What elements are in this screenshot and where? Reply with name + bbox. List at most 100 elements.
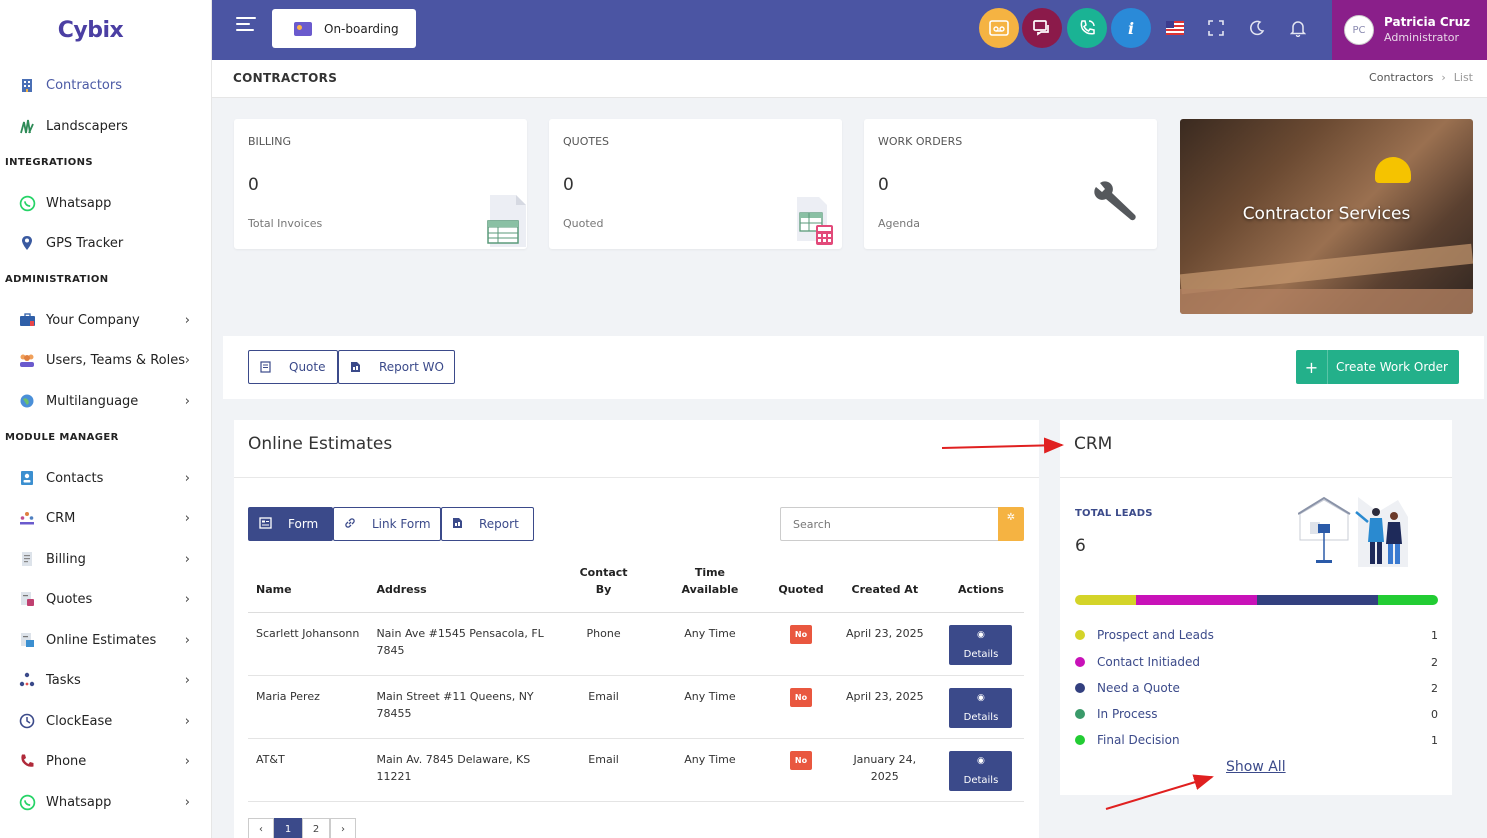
user-menu[interactable]: PC Patricia Cruz Administrator <box>1332 0 1487 60</box>
sidebar-item-multilanguage[interactable]: Multilanguage › <box>0 383 212 419</box>
legend-item-prospect[interactable]: Prospect and Leads 1 <box>1075 626 1438 644</box>
details-button[interactable]: ◉ Details <box>949 624 1013 665</box>
sidebar-item-contacts[interactable]: Contacts › <box>0 460 212 496</box>
sidebar-item-quotes[interactable]: Quotes › <box>0 581 212 617</box>
sidebar-item-landscapers[interactable]: Landscapers <box>0 108 212 144</box>
work-orders-stat-card[interactable]: WORK ORDERS 0 Agenda <box>864 119 1157 249</box>
pagination-page-1[interactable]: 1 <box>274 818 302 838</box>
tasks-icon <box>18 671 36 689</box>
sidebar-item-whatsapp[interactable]: Whatsapp <box>0 185 212 221</box>
sidebar-item-tasks[interactable]: Tasks › <box>0 662 212 698</box>
stat-value: 0 <box>878 175 889 195</box>
quotes-stat-card[interactable]: QUOTES 0 Quoted <box>549 119 842 249</box>
sidebar-item-label: Multilanguage <box>46 393 139 409</box>
legend-item-final[interactable]: Final Decision 1 <box>1075 731 1438 749</box>
sidebar-item-phone[interactable]: Phone › <box>0 743 212 779</box>
col-contact-by[interactable]: Contact By <box>557 562 650 613</box>
sidebar-item-billing[interactable]: Billing › <box>0 541 212 577</box>
sidebar-item-label: CRM <box>46 510 76 526</box>
create-work-order-button[interactable]: + Create Work Order <box>1296 350 1459 384</box>
form-icon <box>259 516 272 532</box>
sidebar-item-gps-tracker[interactable]: GPS Tracker <box>0 225 212 261</box>
panel-title: Online Estimates <box>248 434 393 454</box>
sidebar-item-crm[interactable]: CRM › <box>0 500 212 536</box>
onboarding-button[interactable]: On-boarding <box>272 9 416 48</box>
sidebar-item-your-company[interactable]: Your Company › <box>0 302 212 338</box>
search-button[interactable]: ✲ <box>998 507 1024 541</box>
tab-link-form[interactable]: Link Form <box>333 507 441 541</box>
col-name[interactable]: Name <box>248 562 369 613</box>
legend-dot <box>1075 657 1085 667</box>
pagination-next[interactable]: › <box>330 818 356 838</box>
dark-mode-button[interactable] <box>1247 18 1267 38</box>
col-address[interactable]: Address <box>368 562 558 613</box>
whatsapp-icon <box>18 194 36 212</box>
chevron-right-icon: › <box>184 713 190 729</box>
voicemail-icon <box>989 20 1009 36</box>
tab-label: Link Form <box>372 517 431 531</box>
sidebar-item-users-teams-roles[interactable]: Users, Teams & Roles › <box>0 342 212 378</box>
sidebar-item-clockease[interactable]: ClockEase › <box>0 703 212 739</box>
cell-actions: ◉ Details <box>937 738 1024 802</box>
table-header-row: Name Address Contact By Time Available Q… <box>248 562 1024 613</box>
cell-address: Nain Ave #1545 Pensacola, FL 7845 <box>368 612 558 676</box>
legend-label: Need a Quote <box>1097 681 1180 695</box>
legend-item-contact[interactable]: Contact Initiaded 2 <box>1075 653 1438 671</box>
sidebar-item-label: Whatsapp <box>46 195 112 211</box>
topbar: On-boarding i PC Patricia Cruz Administr… <box>212 0 1487 60</box>
notifications-button[interactable] <box>1288 18 1308 38</box>
sidebar-item-contractors[interactable]: Contractors <box>0 67 212 103</box>
cell-actions: ◉ Details <box>937 675 1024 739</box>
sidebar-item-label: Your Company <box>46 312 140 328</box>
billing-stat-card[interactable]: BILLING 0 Total Invoices <box>234 119 527 249</box>
stat-label: BILLING <box>248 135 292 148</box>
fullscreen-icon <box>1208 20 1224 36</box>
details-button[interactable]: ◉ Details <box>949 750 1013 791</box>
sidebar-item-whatsapp-module[interactable]: Whatsapp › <box>0 784 212 820</box>
legend-item-need-quote[interactable]: Need a Quote 2 <box>1075 679 1438 697</box>
contractor-services-banner[interactable]: Contractor Services <box>1180 119 1473 314</box>
sidebar-item-label: Quotes <box>46 591 93 607</box>
info-button[interactable]: i <box>1111 8 1151 48</box>
sidebar-item-label: GPS Tracker <box>46 235 124 251</box>
sidebar-item-label: Whatsapp <box>46 794 112 810</box>
grass-icon <box>18 117 36 135</box>
pagination-page-2[interactable]: 2 <box>302 818 330 838</box>
report-doc-icon <box>349 361 361 374</box>
invoice-sheet-icon <box>486 193 528 253</box>
quote-button[interactable]: Quote <box>248 350 338 384</box>
sidebar-item-label: Phone <box>46 753 87 769</box>
tab-form[interactable]: Form <box>248 507 333 541</box>
us-flag-icon <box>1166 21 1184 35</box>
report-wo-button[interactable]: Report WO <box>338 350 455 384</box>
sidebar-item-online-estimates[interactable]: Online Estimates › <box>0 622 212 658</box>
language-flag-button[interactable] <box>1165 18 1185 38</box>
cell-time-available: Any Time <box>649 738 771 802</box>
chat-icon <box>1033 20 1049 36</box>
search-input[interactable] <box>780 507 999 541</box>
col-time-available[interactable]: Time Available <box>649 562 771 613</box>
legend-item-in-process[interactable]: In Process 0 <box>1075 705 1438 723</box>
show-all-link[interactable]: Show All <box>1226 759 1286 775</box>
phone-call-button[interactable] <box>1067 8 1107 48</box>
eye-icon: ◉ <box>977 692 985 703</box>
menu-toggle-icon[interactable] <box>236 17 256 35</box>
col-created-at[interactable]: Created At <box>831 562 938 613</box>
legend-label: Final Decision <box>1097 733 1180 747</box>
chat-button[interactable] <box>1022 8 1062 48</box>
app-logo[interactable]: Cybix <box>0 0 211 60</box>
map-pin-icon <box>18 234 36 252</box>
voicemail-button[interactable] <box>979 8 1019 48</box>
chevron-right-icon: › <box>184 510 190 526</box>
chevron-right-icon: › <box>184 470 190 486</box>
details-button[interactable]: ◉ Details <box>949 687 1013 728</box>
chevron-right-icon: › <box>184 312 190 328</box>
tab-report[interactable]: Report <box>441 507 534 541</box>
pagination-prev[interactable]: ‹ <box>248 818 274 838</box>
create-work-order-label: Create Work Order <box>1336 360 1448 374</box>
breadcrumb-current: List <box>1453 71 1473 84</box>
stat-label: QUOTES <box>563 135 610 148</box>
col-quoted[interactable]: Quoted <box>770 562 832 613</box>
breadcrumb-link-contractors[interactable]: Contractors <box>1369 71 1433 84</box>
fullscreen-button[interactable] <box>1206 18 1226 38</box>
